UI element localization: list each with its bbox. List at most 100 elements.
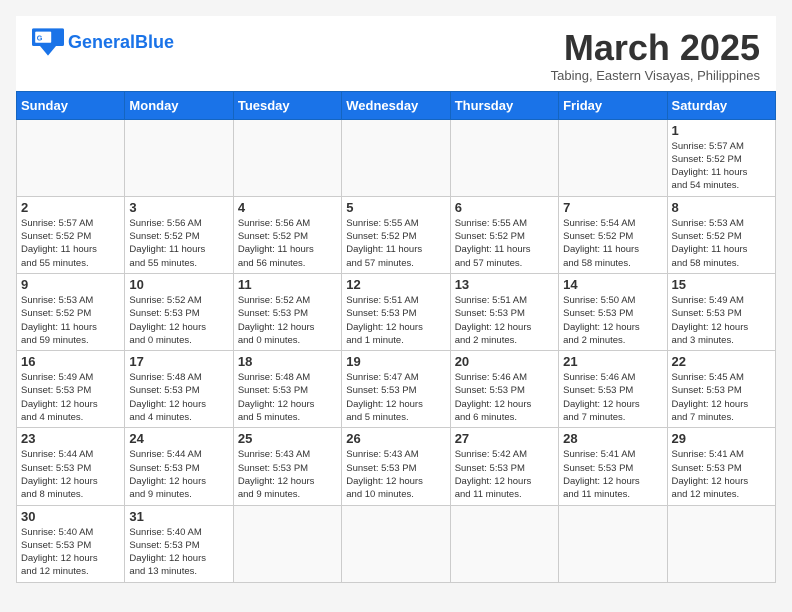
day-number: 21 [563,354,662,369]
day-info: Sunrise: 5:56 AM Sunset: 5:52 PM Dayligh… [238,217,337,270]
calendar-day-cell: 23Sunrise: 5:44 AM Sunset: 5:53 PM Dayli… [17,428,125,505]
day-number: 26 [346,431,445,446]
calendar-day-cell [233,119,341,196]
page: G GeneralBlue March 2025 Tabing, Eastern… [16,16,776,583]
calendar-day-cell [559,505,667,582]
day-number: 8 [672,200,771,215]
day-number: 20 [455,354,554,369]
calendar-day-cell: 30 Sunrise: 5:40 AM Sunset: 5:53 PM Dayli… [17,505,125,582]
month-title: March 2025 [551,28,760,68]
calendar-day-cell [233,505,341,582]
calendar-week-row: 2 Sunrise: 5:57 AM Sunset: 5:52 PM Daylig… [17,196,776,273]
day-info: Sunrise: 5:55 AM Sunset: 5:52 PM Dayligh… [346,217,445,270]
day-info: Sunrise: 5:51 AM Sunset: 5:53 PM Dayligh… [455,294,554,347]
day-info: Sunrise: 5:46 AM Sunset: 5:53 PM Dayligh… [563,371,662,424]
calendar-day-cell [17,119,125,196]
day-number: 15 [672,277,771,292]
calendar-week-row: 23 Sunrise: 5:44 AM Sunset: 5:53 PM Dayli… [17,428,776,505]
day-number: 29 [672,431,771,446]
logo-general: General [68,32,135,52]
calendar-day-cell: 29 Sunrise: 5:41 AM Sunset: 5:53 PM Dayli… [667,428,775,505]
day-number: 13 [455,277,554,292]
day-info: Sunrise: 5:51 AM Sunset: 5:53 PM Dayligh… [346,294,445,347]
calendar-body: 1 Sunrise: 5:57 AM Sunset: 5:52 PM Daylig… [17,119,776,582]
day-info: Sunrise: 5:50 AM Sunset: 5:53 PM Dayligh… [563,294,662,347]
calendar: SundayMondayTuesdayWednesdayThursdayFrid… [16,91,776,583]
day-info: Sunrise: 5:43 AM Sunset: 5:53 PM Dayligh… [238,448,337,501]
day-info: Sunrise: 5:41 AM Sunset: 5:53 PM Dayligh… [672,448,771,501]
calendar-day-cell: 26Sunrise: 5:43 AM Sunset: 5:53 PM Dayli… [342,428,450,505]
day-number: 1 [672,123,771,138]
calendar-day-cell [342,505,450,582]
calendar-week-row: 30 Sunrise: 5:40 AM Sunset: 5:53 PM Dayli… [17,505,776,582]
calendar-day-cell: 19 Sunrise: 5:47 AM Sunset: 5:53 PM Dayli… [342,351,450,428]
logo: G GeneralBlue [32,28,174,56]
day-info: Sunrise: 5:42 AM Sunset: 5:53 PM Dayligh… [455,448,554,501]
day-info: Sunrise: 5:47 AM Sunset: 5:53 PM Dayligh… [346,371,445,424]
day-number: 12 [346,277,445,292]
calendar-day-cell [450,505,558,582]
day-info: Sunrise: 5:57 AM Sunset: 5:52 PM Dayligh… [21,217,120,270]
calendar-week-row: 1Sunrise: 5:57 AM Sunset: 5:52 PM Daylig… [17,119,776,196]
day-info: Sunrise: 5:40 AM Sunset: 5:53 PM Dayligh… [129,526,228,579]
weekday-header: Saturday [667,91,775,119]
calendar-day-cell: 18 Sunrise: 5:48 AM Sunset: 5:53 PM Dayli… [233,351,341,428]
day-number: 17 [129,354,228,369]
location-subtitle: Tabing, Eastern Visayas, Philippines [551,68,760,83]
calendar-day-cell: 15 Sunrise: 5:49 AM Sunset: 5:53 PM Dayli… [667,273,775,350]
day-number: 18 [238,354,337,369]
logo-blue: Blue [135,32,174,52]
calendar-day-cell: 13 Sunrise: 5:51 AM Sunset: 5:53 PM Dayli… [450,273,558,350]
calendar-day-cell: 1Sunrise: 5:57 AM Sunset: 5:52 PM Daylig… [667,119,775,196]
day-number: 22 [672,354,771,369]
calendar-day-cell: 22 Sunrise: 5:45 AM Sunset: 5:53 PM Dayli… [667,351,775,428]
calendar-day-cell: 28 Sunrise: 5:41 AM Sunset: 5:53 PM Dayli… [559,428,667,505]
day-number: 10 [129,277,228,292]
header: G GeneralBlue March 2025 Tabing, Eastern… [16,16,776,91]
calendar-day-cell: 27 Sunrise: 5:42 AM Sunset: 5:53 PM Dayli… [450,428,558,505]
calendar-day-cell: 12 Sunrise: 5:51 AM Sunset: 5:53 PM Dayli… [342,273,450,350]
day-info: Sunrise: 5:45 AM Sunset: 5:53 PM Dayligh… [672,371,771,424]
day-info: Sunrise: 5:52 AM Sunset: 5:53 PM Dayligh… [238,294,337,347]
calendar-day-cell [667,505,775,582]
day-info: Sunrise: 5:49 AM Sunset: 5:53 PM Dayligh… [672,294,771,347]
calendar-day-cell: 20 Sunrise: 5:46 AM Sunset: 5:53 PM Dayli… [450,351,558,428]
title-block: March 2025 Tabing, Eastern Visayas, Phil… [551,28,760,83]
day-number: 31 [129,509,228,524]
day-number: 27 [455,431,554,446]
day-info: Sunrise: 5:48 AM Sunset: 5:53 PM Dayligh… [129,371,228,424]
weekday-header: Wednesday [342,91,450,119]
day-number: 2 [21,200,120,215]
svg-text:G: G [37,33,43,42]
day-info: Sunrise: 5:56 AM Sunset: 5:52 PM Dayligh… [129,217,228,270]
calendar-header: SundayMondayTuesdayWednesdayThursdayFrid… [17,91,776,119]
calendar-day-cell [450,119,558,196]
day-number: 5 [346,200,445,215]
day-number: 28 [563,431,662,446]
calendar-day-cell: 5 Sunrise: 5:55 AM Sunset: 5:52 PM Daylig… [342,196,450,273]
day-info: Sunrise: 5:48 AM Sunset: 5:53 PM Dayligh… [238,371,337,424]
day-info: Sunrise: 5:53 AM Sunset: 5:52 PM Dayligh… [21,294,120,347]
day-number: 4 [238,200,337,215]
day-info: Sunrise: 5:44 AM Sunset: 5:53 PM Dayligh… [129,448,228,501]
day-number: 19 [346,354,445,369]
weekday-header: Tuesday [233,91,341,119]
calendar-day-cell: 14Sunrise: 5:50 AM Sunset: 5:53 PM Dayli… [559,273,667,350]
calendar-day-cell: 3Sunrise: 5:56 AM Sunset: 5:52 PM Daylig… [125,196,233,273]
weekday-header: Thursday [450,91,558,119]
day-number: 23 [21,431,120,446]
day-info: Sunrise: 5:41 AM Sunset: 5:53 PM Dayligh… [563,448,662,501]
day-info: Sunrise: 5:55 AM Sunset: 5:52 PM Dayligh… [455,217,554,270]
day-info: Sunrise: 5:46 AM Sunset: 5:53 PM Dayligh… [455,371,554,424]
weekday-header: Friday [559,91,667,119]
calendar-day-cell: 21 Sunrise: 5:46 AM Sunset: 5:53 PM Dayli… [559,351,667,428]
calendar-day-cell: 31 Sunrise: 5:40 AM Sunset: 5:53 PM Dayli… [125,505,233,582]
day-number: 24 [129,431,228,446]
logo-icon: G [32,28,64,56]
day-info: Sunrise: 5:40 AM Sunset: 5:53 PM Dayligh… [21,526,120,579]
day-number: 30 [21,509,120,524]
calendar-day-cell: 24 Sunrise: 5:44 AM Sunset: 5:53 PM Dayli… [125,428,233,505]
day-info: Sunrise: 5:52 AM Sunset: 5:53 PM Dayligh… [129,294,228,347]
calendar-day-cell: 10 Sunrise: 5:52 AM Sunset: 5:53 PM Dayli… [125,273,233,350]
calendar-day-cell [559,119,667,196]
